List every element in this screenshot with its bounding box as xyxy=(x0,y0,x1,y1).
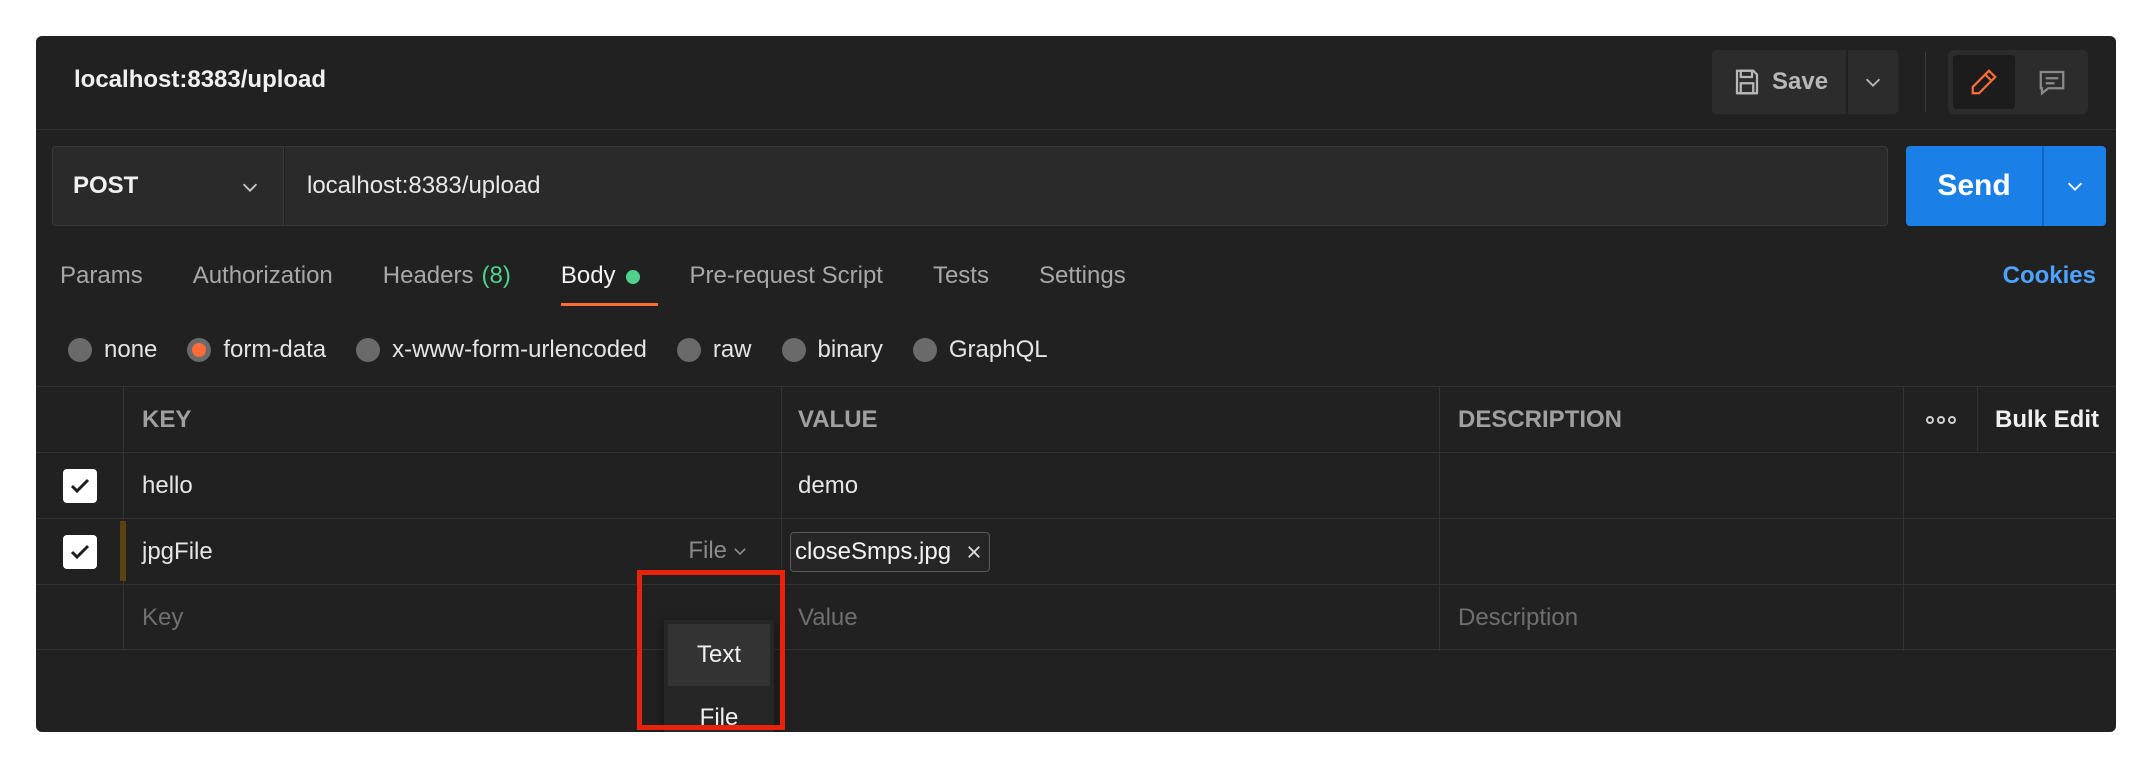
row-checkbox-cell xyxy=(36,453,124,519)
radio-label: binary xyxy=(817,336,883,363)
key-text: jpgFile xyxy=(142,538,213,565)
check-icon xyxy=(70,544,89,560)
key-type-label: File xyxy=(688,537,727,564)
radio-graphql[interactable]: GraphQL xyxy=(912,336,1048,364)
request-window: localhost:8383/upload Save POST localhos… xyxy=(36,36,2116,732)
body-type-selector: none form-data x-www-form-urlencoded raw… xyxy=(68,332,1078,368)
tab-settings[interactable]: Settings xyxy=(1039,260,1126,316)
table-header-row: KEY VALUE DESCRIPTION Bulk Edit xyxy=(36,386,2116,453)
radio-circle xyxy=(912,338,937,362)
pencil-icon xyxy=(1971,69,1997,95)
save-button[interactable]: Save xyxy=(1712,50,1848,114)
url-field xyxy=(284,146,1888,226)
more-options-button[interactable] xyxy=(1904,387,1978,453)
radio-circle xyxy=(356,338,381,362)
request-tabs: Params Authorization Headers (8) Body Pre… xyxy=(60,260,1176,316)
mode-toggle xyxy=(1948,50,2088,114)
annotation-highlight-box xyxy=(637,570,785,730)
tab-label: Authorization xyxy=(192,262,333,289)
tab-params[interactable]: Params xyxy=(60,260,143,316)
send-options-button[interactable] xyxy=(2044,146,2106,226)
row-checkbox-cell xyxy=(36,519,124,585)
table-row: jpgFile File closeSmps.jpg xyxy=(36,518,2116,585)
chevron-down-icon xyxy=(2067,182,2083,191)
new-description-input[interactable]: Description xyxy=(1440,585,1904,651)
comments-mode-button[interactable] xyxy=(2021,55,2083,109)
header-checkbox-cell xyxy=(36,387,124,453)
bulk-edit-button[interactable]: Bulk Edit xyxy=(1978,387,2116,453)
radio-binary[interactable]: binary xyxy=(781,336,883,364)
chevron-down-icon xyxy=(1865,78,1881,87)
radio-circle xyxy=(781,338,806,362)
header-key: KEY xyxy=(124,387,782,453)
chevron-down-icon xyxy=(242,183,258,192)
tab-body[interactable]: Body xyxy=(560,260,658,316)
comment-icon xyxy=(2039,70,2065,96)
send-group: Send xyxy=(1906,146,2106,226)
tab-label: Headers xyxy=(382,262,474,289)
description-cell[interactable] xyxy=(1440,453,1904,519)
cookies-link[interactable]: Cookies xyxy=(2003,262,2096,290)
table-row: hello demo xyxy=(36,452,2116,519)
method-select[interactable]: POST xyxy=(52,146,284,226)
new-value-input[interactable]: Value xyxy=(782,585,1440,651)
key-cell[interactable]: hello xyxy=(124,453,782,519)
radio-x-www-form-urlencoded[interactable]: x-www-form-urlencoded xyxy=(356,336,647,364)
key-type-select[interactable]: File xyxy=(688,537,749,565)
method-label: POST xyxy=(73,172,139,199)
save-options-button[interactable] xyxy=(1848,50,1898,114)
radio-label: x-www-form-urlencoded xyxy=(392,336,647,363)
more-horizontal-icon xyxy=(1925,416,1956,424)
tab-pre-request-script[interactable]: Pre-request Script xyxy=(690,260,883,316)
row-checkbox-cell xyxy=(36,585,124,651)
tab-label: Pre-request Script xyxy=(689,262,883,289)
radio-form-data[interactable]: form-data xyxy=(187,336,326,364)
radio-label: none xyxy=(104,336,158,363)
file-chip: closeSmps.jpg xyxy=(790,532,991,572)
radio-circle xyxy=(187,338,212,362)
url-input[interactable] xyxy=(307,172,1887,200)
tab-authorization[interactable]: Authorization xyxy=(193,260,333,316)
chevron-down-icon xyxy=(734,548,746,556)
request-title[interactable]: localhost:8383/upload xyxy=(74,66,326,94)
save-icon xyxy=(1735,69,1759,95)
radio-circle xyxy=(68,338,92,362)
title-bar: localhost:8383/upload Save xyxy=(36,36,2116,130)
radio-circle xyxy=(676,338,701,362)
value-cell[interactable]: demo xyxy=(782,453,1440,519)
header-description: DESCRIPTION xyxy=(1440,387,1904,453)
table-row-new: Key Value Description xyxy=(36,584,2116,651)
radio-raw[interactable]: raw xyxy=(676,336,752,364)
tab-tests[interactable]: Tests xyxy=(933,260,989,316)
radio-label: GraphQL xyxy=(948,336,1048,363)
row-enabled-checkbox[interactable] xyxy=(62,535,97,569)
radio-label: form-data xyxy=(223,336,327,363)
body-indicator-dot xyxy=(625,270,640,284)
edit-mode-button[interactable] xyxy=(1953,55,2015,109)
tab-headers[interactable]: Headers (8) xyxy=(383,260,511,316)
send-button[interactable]: Send xyxy=(1906,146,2044,226)
description-cell[interactable] xyxy=(1440,519,1904,585)
value-cell: closeSmps.jpg xyxy=(782,519,1440,585)
headers-count: (8) xyxy=(481,262,511,289)
file-name: closeSmps.jpg xyxy=(795,538,952,565)
radio-none[interactable]: none xyxy=(68,336,157,364)
row-enabled-checkbox[interactable] xyxy=(62,469,97,503)
tab-label: Params xyxy=(60,262,143,289)
save-label: Save xyxy=(1772,68,1829,95)
tab-label: Settings xyxy=(1038,262,1126,289)
tab-label: Body xyxy=(560,262,616,289)
header-value: VALUE xyxy=(782,387,1440,453)
save-group: Save xyxy=(1712,50,1898,114)
toolbar-divider xyxy=(1925,52,1926,112)
tab-label: Tests xyxy=(932,262,989,289)
form-data-table: KEY VALUE DESCRIPTION Bulk Edit hello de… xyxy=(36,386,2116,651)
close-icon[interactable] xyxy=(965,543,983,561)
radio-label: raw xyxy=(712,336,752,363)
check-icon xyxy=(70,478,89,494)
send-label: Send xyxy=(1937,169,2011,202)
